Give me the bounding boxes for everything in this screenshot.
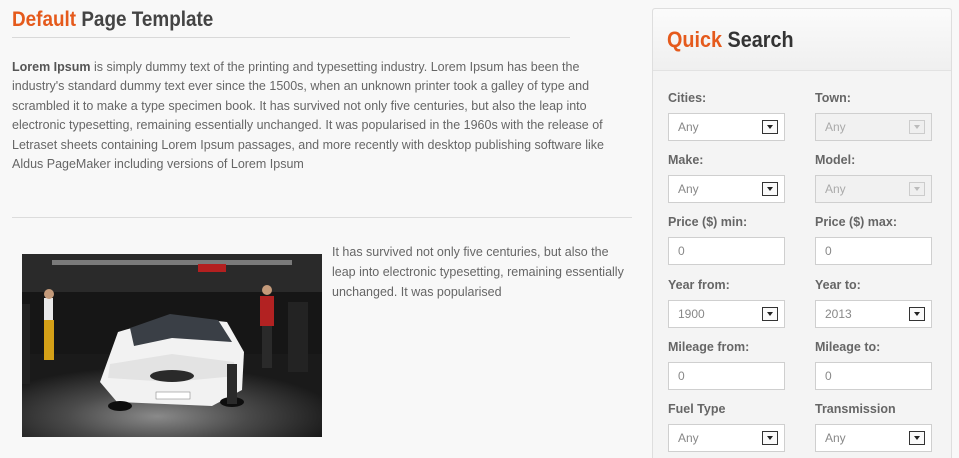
chevron-down-icon	[909, 182, 925, 196]
price-max-input[interactable]: 0	[815, 237, 932, 265]
photo-side-text: It has survived not only five centuries,…	[332, 245, 624, 299]
mileage-to-label: Mileage to:	[815, 340, 881, 354]
intro-text: is simply dummy text of the printing and…	[12, 60, 604, 172]
price-min-input[interactable]: 0	[668, 237, 785, 265]
page-title-rest: Page Template	[81, 8, 214, 31]
price-max-label: Price ($) max:	[815, 215, 897, 229]
town-value: Any	[825, 120, 846, 134]
mileage-from-input[interactable]: 0	[668, 362, 785, 390]
make-value: Any	[678, 182, 699, 196]
page-title: Default Page Template	[12, 0, 570, 38]
model-label: Model:	[815, 153, 856, 167]
model-select[interactable]: Any	[815, 175, 932, 203]
fuel-type-value: Any	[678, 431, 699, 445]
chevron-down-icon	[762, 307, 778, 321]
fuel-type-label: Fuel Type	[668, 402, 726, 416]
chevron-down-icon	[909, 307, 925, 321]
transmission-label: Transmission	[815, 402, 896, 416]
cities-value: Any	[678, 120, 699, 134]
chevron-down-icon	[909, 431, 925, 445]
year-from-select[interactable]: 1900	[668, 300, 785, 328]
cities-label: Cities:	[668, 91, 707, 105]
chevron-down-icon	[762, 120, 778, 134]
intro-bold: Lorem Ipsum	[12, 60, 91, 74]
make-select[interactable]: Any	[668, 175, 785, 203]
quick-search-panel: Quick Search Cities: Town: Any Any Make:…	[652, 8, 952, 458]
car-photo-image	[22, 254, 322, 437]
transmission-select[interactable]: Any	[815, 424, 932, 452]
year-to-value: 2013	[825, 307, 852, 321]
intro-paragraph: Lorem Ipsum is simply dummy text of the …	[12, 58, 632, 174]
price-min-label: Price ($) min:	[668, 215, 748, 229]
price-min-value: 0	[678, 244, 685, 258]
content-divider	[12, 217, 632, 218]
quick-search-title-accent: Quick	[667, 27, 723, 52]
mileage-to-input[interactable]: 0	[815, 362, 932, 390]
mileage-from-label: Mileage from:	[668, 340, 750, 354]
year-from-label: Year from:	[668, 278, 730, 292]
page-title-accent: Default	[12, 8, 77, 31]
car-photo	[22, 254, 322, 437]
quick-search-title: Quick Search	[667, 27, 794, 53]
mileage-to-value: 0	[825, 369, 832, 383]
chevron-down-icon	[762, 182, 778, 196]
year-to-label: Year to:	[815, 278, 861, 292]
price-max-value: 0	[825, 244, 832, 258]
town-label: Town:	[815, 91, 851, 105]
fuel-type-select[interactable]: Any	[668, 424, 785, 452]
make-label: Make:	[668, 153, 704, 167]
main-content: Default Page Template Lorem Ipsum is sim…	[12, 0, 632, 437]
model-value: Any	[825, 182, 846, 196]
chevron-down-icon	[762, 431, 778, 445]
year-to-select[interactable]: 2013	[815, 300, 932, 328]
quick-search-title-rest: Search	[727, 27, 794, 52]
mileage-from-value: 0	[678, 369, 685, 383]
transmission-value: Any	[825, 431, 846, 445]
cities-select[interactable]: Any	[668, 113, 785, 141]
chevron-down-icon	[909, 120, 925, 134]
town-select[interactable]: Any	[815, 113, 932, 141]
year-from-value: 1900	[678, 307, 705, 321]
